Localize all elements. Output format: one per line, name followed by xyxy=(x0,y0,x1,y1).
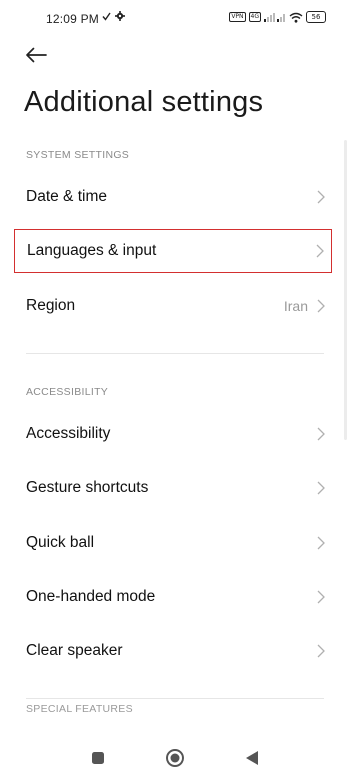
chevron-right-icon xyxy=(316,536,326,550)
chevron-right-icon xyxy=(316,644,326,658)
list-item-label: Clear speaker xyxy=(26,642,123,659)
vpn-badge: VPN xyxy=(229,12,246,22)
chevron-right-icon xyxy=(316,481,326,495)
back-button[interactable] xyxy=(22,42,50,68)
list-item-label: Region xyxy=(26,297,76,314)
signal-strength-icon xyxy=(264,13,285,22)
chevron-right-icon xyxy=(316,590,326,604)
list-item-label: Accessibility xyxy=(26,425,111,442)
status-left-icons xyxy=(102,11,125,21)
list-item-languages-input[interactable]: Languages & input xyxy=(14,229,332,273)
list-item-gesture-shortcuts[interactable]: Gesture shortcuts xyxy=(14,468,332,508)
section-header-system-settings: SYSTEM SETTINGS xyxy=(26,149,130,161)
triangle-back-icon xyxy=(246,751,258,765)
list-item-one-handed-mode[interactable]: One-handed mode xyxy=(14,577,332,617)
chevron-right-icon xyxy=(315,244,325,258)
list-item-accessibility[interactable]: Accessibility xyxy=(14,414,332,454)
list-item-date-time[interactable]: Date & time xyxy=(14,177,332,217)
chevron-right-icon xyxy=(316,427,326,441)
recents-button[interactable] xyxy=(86,746,110,770)
list-item-quick-ball[interactable]: Quick ball xyxy=(14,523,332,563)
chevron-right-icon xyxy=(316,299,326,313)
list-item-label: Quick ball xyxy=(26,534,95,551)
navigation-bar xyxy=(0,738,350,778)
status-bar: 12:09 PM VPN 4G 56 xyxy=(0,0,350,40)
list-item-label: Date & time xyxy=(26,188,107,205)
page-title: Additional settings xyxy=(24,86,264,118)
back-nav-button[interactable] xyxy=(240,746,264,770)
list-item-label: One-handed mode xyxy=(26,588,156,605)
scrollbar[interactable] xyxy=(344,140,347,440)
network-type-badge: 4G xyxy=(248,12,261,22)
section-divider xyxy=(26,698,324,699)
list-item-clear-speaker[interactable]: Clear speaker xyxy=(14,631,332,671)
square-icon xyxy=(92,752,104,764)
status-icons: VPN 4G 56 xyxy=(229,11,326,23)
wifi-icon xyxy=(289,12,303,23)
section-header-accessibility: ACCESSIBILITY xyxy=(26,386,109,398)
arrow-left-icon xyxy=(26,47,47,63)
list-item-label: Gesture shortcuts xyxy=(26,479,149,496)
list-item-value: Iran xyxy=(283,298,308,314)
list-item-label: Languages & input xyxy=(27,242,157,259)
list-item-region[interactable]: Region Iran xyxy=(14,286,332,326)
battery-icon: 56 xyxy=(306,11,326,23)
section-divider xyxy=(26,353,324,354)
section-header-special-features: SPECIAL FEATURES xyxy=(26,703,133,712)
circle-icon xyxy=(166,749,184,767)
check-mark-icon xyxy=(102,12,111,21)
settings-gear-icon xyxy=(115,11,125,21)
status-time: 12:09 PM xyxy=(46,12,99,26)
chevron-right-icon xyxy=(316,190,326,204)
home-button[interactable] xyxy=(163,746,187,770)
